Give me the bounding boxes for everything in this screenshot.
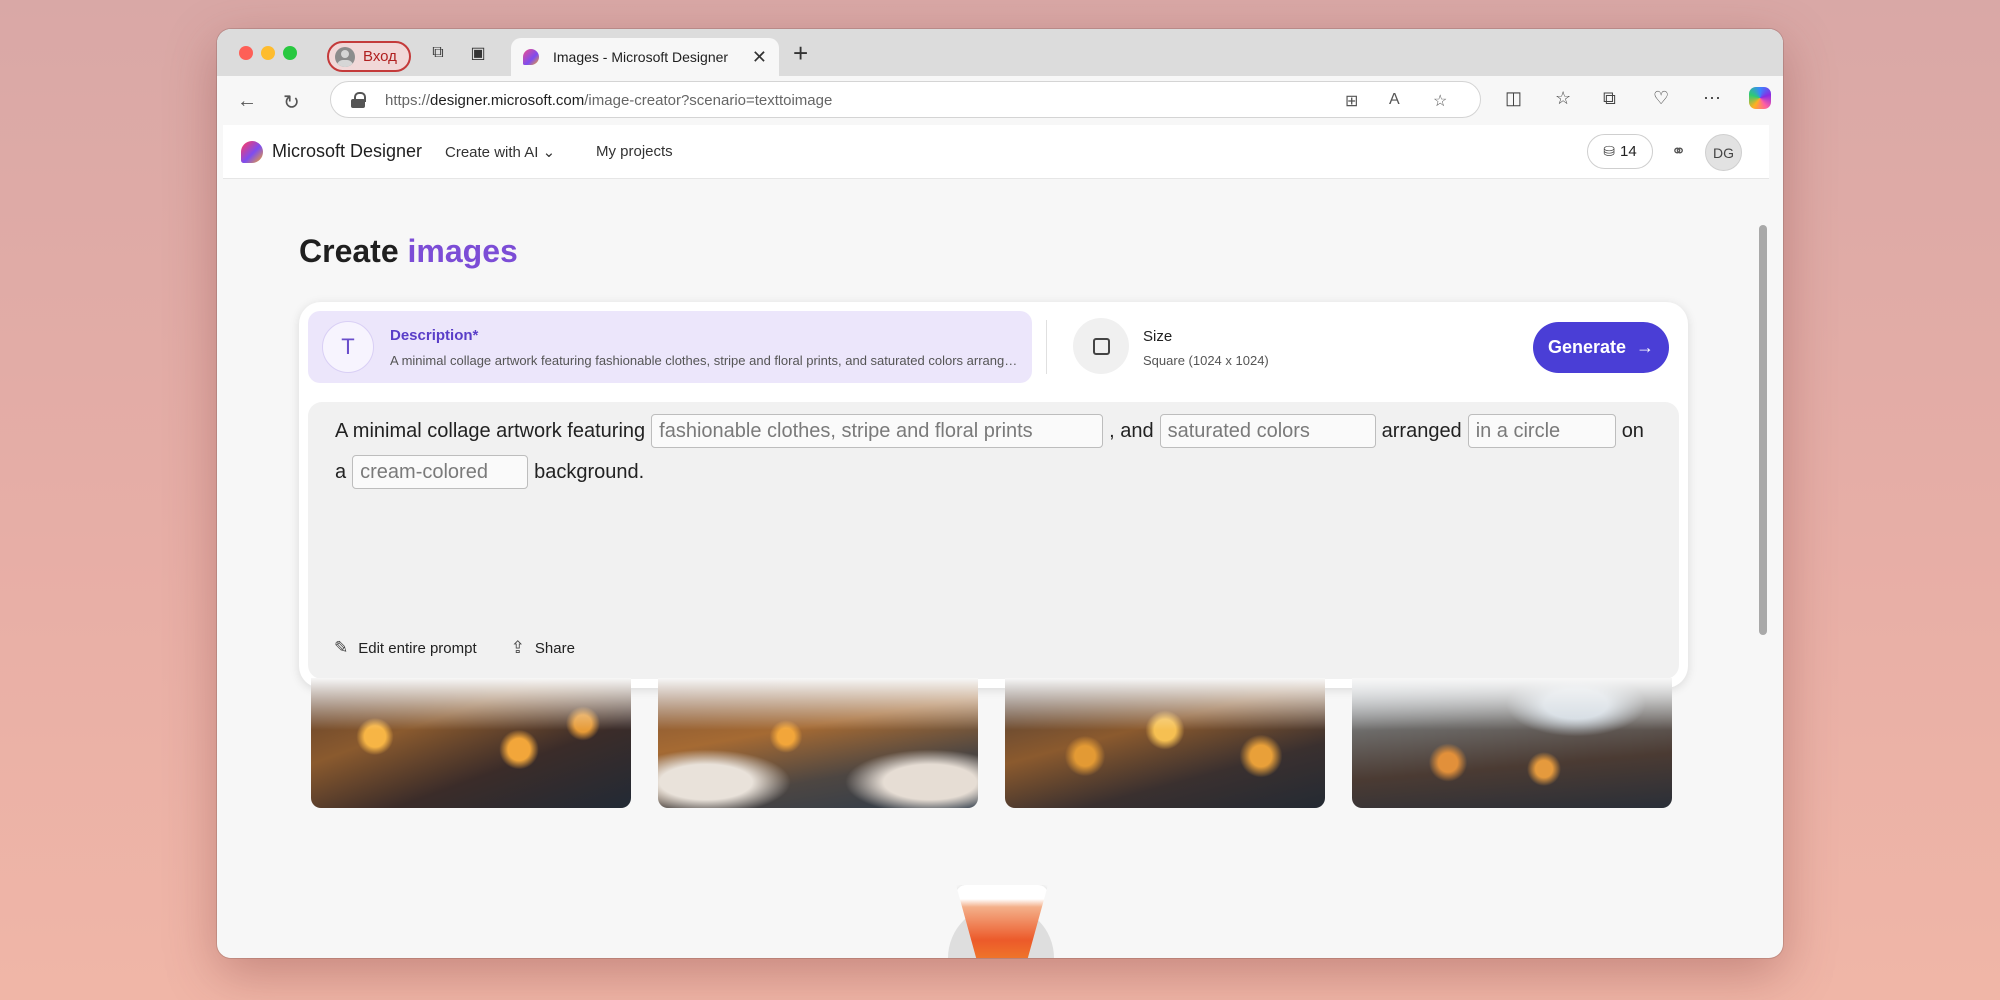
profile-label: Вход — [363, 48, 397, 65]
lock-icon — [351, 92, 366, 108]
app-header: Microsoft Designer Create with AI ⌄ My p… — [223, 125, 1769, 179]
brand-name[interactable]: Microsoft Designer — [272, 141, 422, 162]
create-with-ai-menu[interactable]: Create with AI ⌄ — [445, 143, 555, 161]
page-title: Create images — [299, 233, 518, 269]
avatar[interactable]: DG — [1705, 134, 1742, 171]
close-tab-icon[interactable]: ✕ — [752, 47, 767, 68]
tab-bar: Вход ⧉ ▣ Images - Microsoft Designer ✕ + — [217, 29, 1783, 76]
prompt-line-2: a cream-colored background. — [335, 455, 644, 489]
workspaces-icon[interactable]: ⧉ — [427, 43, 449, 63]
prompt-text: , and — [1109, 419, 1154, 442]
description-tab[interactable]: T Description* A minimal collage artwork… — [308, 311, 1032, 383]
coins-icon: ⛁ — [1603, 143, 1616, 159]
size-value[interactable]: Square (1024 x 1024) — [1143, 353, 1269, 368]
browser-window: Вход ⧉ ▣ Images - Microsoft Designer ✕ +… — [217, 29, 1783, 958]
page-scrollbar[interactable] — [1759, 225, 1767, 635]
prompt-editor: A minimal collage artwork featuring fash… — [308, 402, 1679, 679]
link-icon[interactable]: ⚭ — [1671, 141, 1686, 162]
prompt-text: arranged — [1381, 419, 1462, 442]
prompt-actions: ✎ Edit entire prompt ⇪ Share — [334, 638, 575, 658]
size-title[interactable]: Size — [1143, 328, 1172, 345]
generated-image-2[interactable] — [658, 678, 978, 808]
tab-title: Images - Microsoft Designer — [553, 49, 729, 65]
prompt-line-1: A minimal collage artwork featuring fash… — [335, 414, 1644, 448]
prompt-slot-subject[interactable]: fashionable clothes, stripe and floral p… — [651, 414, 1104, 448]
text-add-icon: T — [322, 321, 374, 373]
favorite-star-icon[interactable]: ☆ — [1433, 91, 1447, 111]
navigation-bar: ← ↻ https://designer.microsoft.com/image… — [217, 76, 1783, 125]
description-summary: A minimal collage artwork featuring fash… — [390, 353, 1018, 368]
collections-icon[interactable]: ⧉ — [1603, 88, 1616, 109]
back-icon[interactable]: ← — [237, 90, 257, 113]
prompt-slot-colors[interactable]: saturated colors — [1159, 414, 1376, 448]
chevron-down-icon: ⌄ — [542, 144, 556, 161]
refresh-icon[interactable]: ↻ — [283, 90, 300, 115]
prompt-text: on — [1621, 419, 1644, 442]
generated-image-3[interactable] — [1005, 678, 1325, 808]
edit-prompt-button[interactable]: ✎ Edit entire prompt — [334, 638, 477, 658]
prompt-text: A minimal collage artwork featuring — [335, 419, 646, 442]
divider — [1046, 320, 1047, 374]
square-size-icon[interactable] — [1073, 318, 1129, 374]
designer-favicon-icon — [523, 49, 539, 65]
close-window-button[interactable] — [239, 46, 253, 60]
tab-designer[interactable]: Images - Microsoft Designer ✕ — [511, 38, 779, 76]
favorites-icon[interactable]: ☆ — [1555, 88, 1571, 109]
prompt-text: a — [335, 460, 347, 483]
description-title: Description* — [390, 327, 479, 344]
prompt-slot-background[interactable]: cream-colored — [352, 455, 529, 489]
share-icon: ⇪ — [510, 638, 525, 657]
profile-button[interactable]: Вход — [327, 41, 411, 72]
credits-count: 14 — [1620, 143, 1637, 160]
split-screen-icon[interactable]: ◫ — [1505, 88, 1522, 109]
vertical-tabs-icon[interactable]: ▣ — [467, 43, 489, 63]
copilot-icon[interactable] — [1749, 87, 1771, 109]
address-bar[interactable]: https://designer.microsoft.com/image-cre… — [330, 81, 1481, 118]
more-options-icon[interactable]: ⋯ — [1703, 88, 1721, 109]
my-projects-link[interactable]: My projects — [596, 143, 673, 160]
generated-image-4[interactable] — [1352, 678, 1672, 808]
minimize-window-button[interactable] — [261, 46, 275, 60]
loading-indicator — [938, 885, 1064, 958]
new-tab-icon[interactable]: + — [793, 38, 808, 69]
prompt-slot-arrangement[interactable]: in a circle — [1467, 414, 1616, 448]
credits-badge[interactable]: ⛁ 14 — [1587, 134, 1653, 169]
maximize-window-button[interactable] — [283, 46, 297, 60]
share-button[interactable]: ⇪ Share — [511, 638, 575, 658]
generated-image-1[interactable] — [311, 678, 631, 808]
person-icon — [335, 46, 355, 67]
create-card: T Description* A minimal collage artwork… — [299, 302, 1688, 688]
page-content: Microsoft Designer Create with AI ⌄ My p… — [223, 125, 1769, 958]
browser-essentials-icon[interactable]: ♡ — [1653, 88, 1669, 109]
designer-logo-icon[interactable] — [241, 141, 263, 163]
pen-icon: ✎ — [334, 638, 349, 657]
arrow-right-icon: → — [1636, 337, 1655, 357]
generate-button[interactable]: Generate → — [1533, 322, 1669, 373]
url-text[interactable]: https://designer.microsoft.com/image-cre… — [385, 92, 832, 109]
prompt-text: background. — [534, 460, 645, 483]
app-available-icon[interactable]: ⊞ — [1345, 91, 1358, 111]
read-aloud-icon[interactable]: A — [1389, 91, 1400, 109]
